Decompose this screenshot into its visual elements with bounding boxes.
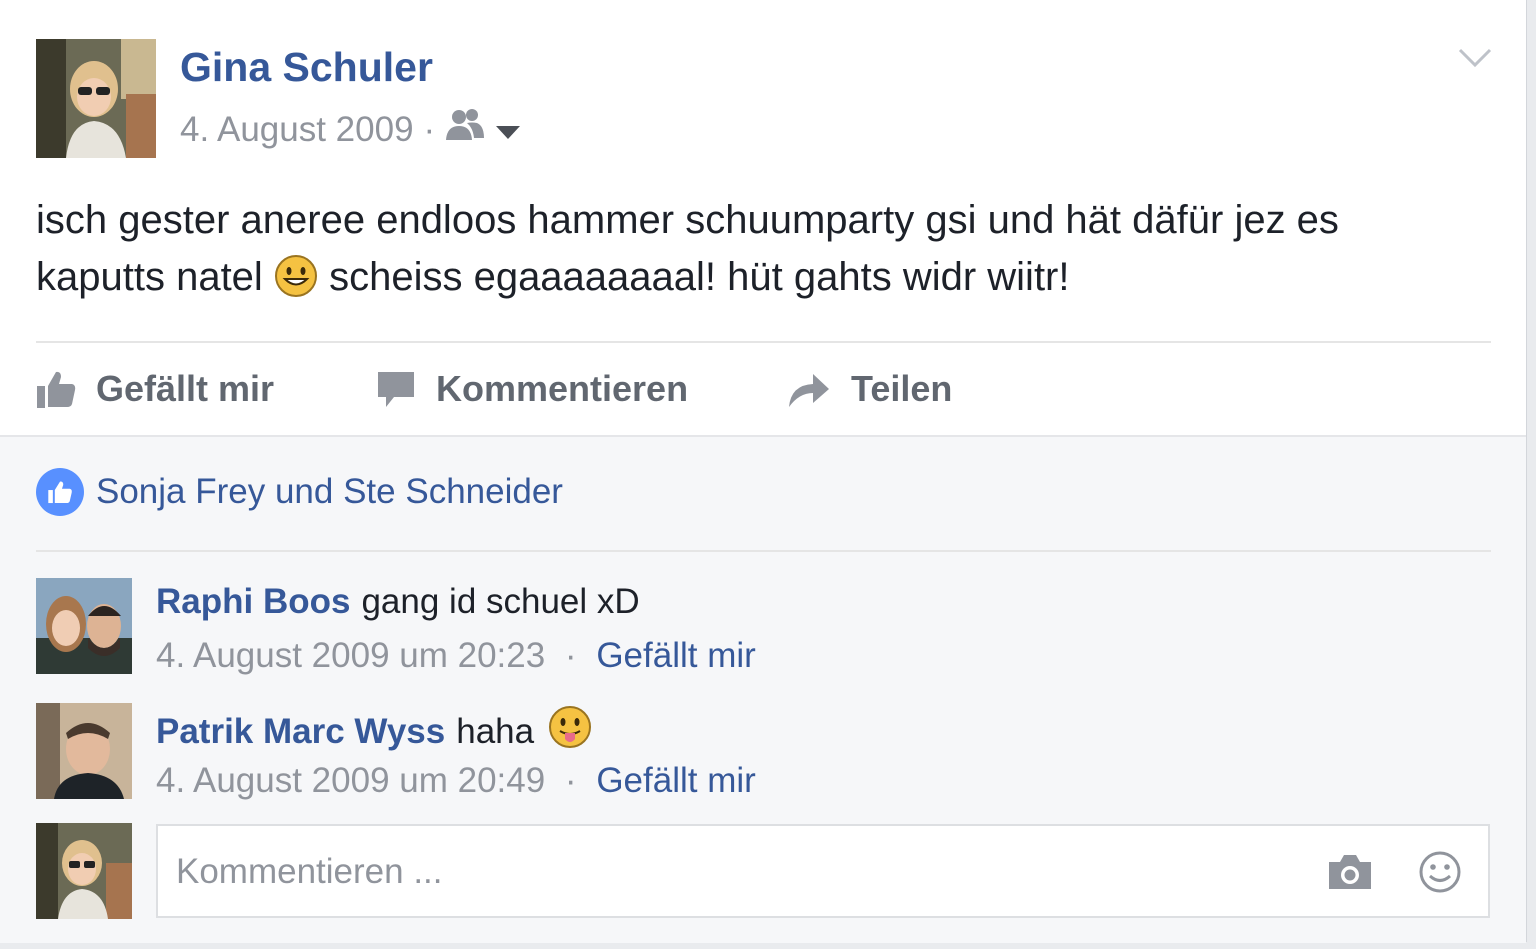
friends-icon[interactable]	[445, 108, 485, 151]
comment-text: gang id schuel xD	[361, 582, 640, 621]
current-user-avatar	[36, 823, 132, 919]
comment-meta-separator: ·	[564, 636, 577, 675]
comment-button-label: Kommentieren	[436, 368, 689, 409]
post-card: Gina Schuler 4. August 2009 · isch geste…	[0, 0, 1527, 943]
post-text-part2: scheiss egaaaaaaaal! hüt gahts widr wiit…	[329, 255, 1070, 299]
comments-divider	[36, 550, 1491, 552]
comment-timestamp[interactable]: 4. August 2009 um 20:49	[156, 761, 545, 800]
share-button[interactable]: Teilen	[787, 363, 952, 415]
author-avatar[interactable]	[36, 39, 156, 158]
share-arrow-icon	[789, 374, 829, 407]
like-button[interactable]: Gefällt mir	[36, 363, 274, 415]
comment-timestamp[interactable]: 4. August 2009 um 20:23	[156, 636, 545, 675]
thumbs-up-icon	[37, 371, 76, 408]
audience-dropdown-icon[interactable]	[495, 110, 521, 150]
post-meta: 4. August 2009 ·	[180, 108, 521, 151]
tongue-emoji-icon	[548, 705, 592, 758]
meta-separator: ·	[423, 109, 436, 149]
like-badge-icon	[36, 468, 84, 516]
post-options-chevron-icon[interactable]	[1458, 46, 1492, 75]
comment-input[interactable]	[174, 846, 1278, 898]
commenter-avatar[interactable]	[36, 703, 132, 799]
comment-author[interactable]: Patrik Marc Wyss	[156, 712, 445, 752]
grinning-emoji-icon	[274, 254, 318, 314]
comment-1: Raphi Boos gang id schuel xD	[156, 582, 640, 622]
comment-composer	[156, 824, 1490, 918]
comment-meta: 4. August 2009 um 20:49 · Gefällt mir	[156, 761, 756, 801]
post-date[interactable]: 4. August 2009	[180, 110, 414, 150]
author-name[interactable]: Gina Schuler	[180, 44, 433, 91]
commenter-avatar[interactable]	[36, 578, 132, 674]
comment-meta-separator: ·	[564, 761, 577, 800]
likes-names[interactable]: Sonja Frey und Ste Schneider	[96, 472, 563, 512]
emoji-picker-icon[interactable]	[1418, 850, 1462, 899]
share-button-label: Teilen	[851, 368, 953, 409]
comment-2: Patrik Marc Wyss haha	[156, 705, 592, 758]
actions-divider	[36, 341, 1491, 343]
post-text: isch gester aneree endloos hammer schuum…	[36, 192, 1476, 314]
like-button-label: Gefällt mir	[96, 368, 275, 409]
comment-meta: 4. August 2009 um 20:23 · Gefällt mir	[156, 636, 756, 676]
speech-bubble-icon	[378, 372, 414, 407]
comment-text: haha	[456, 711, 535, 751]
comment-button[interactable]: Kommentieren	[376, 363, 688, 415]
comment-like-link[interactable]: Gefällt mir	[596, 636, 755, 675]
likes-summary[interactable]: Sonja Frey und Ste Schneider	[36, 468, 563, 516]
comment-like-link[interactable]: Gefällt mir	[596, 761, 755, 800]
comment-author[interactable]: Raphi Boos	[156, 582, 350, 622]
camera-icon[interactable]	[1326, 852, 1374, 897]
